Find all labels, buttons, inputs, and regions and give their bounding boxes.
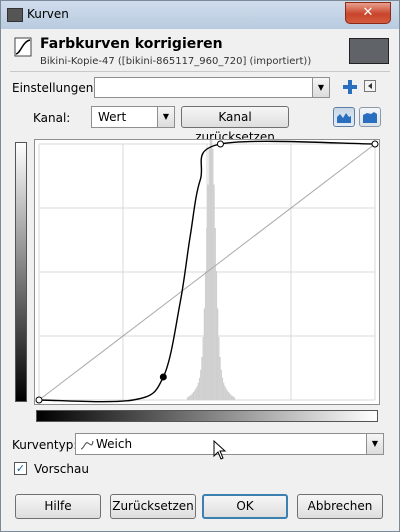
curve-canvas[interactable]	[35, 128, 379, 404]
settings-combobox[interactable]: ▼	[94, 77, 330, 98]
channel-label: Kanal:	[33, 111, 71, 125]
histogram-bar	[231, 395, 233, 400]
histogram-bar	[203, 308, 206, 400]
histogram-bar	[194, 390, 196, 400]
histogram-bar	[200, 369, 202, 400]
linear-histogram-button[interactable]	[333, 107, 355, 127]
histogram-bar	[202, 336, 204, 400]
histogram-bar	[225, 388, 227, 400]
histogram-bar	[220, 369, 222, 400]
histogram-bar	[224, 386, 226, 400]
curve-control-point[interactable]	[216, 140, 224, 148]
log-histogram-button[interactable]	[359, 107, 381, 127]
app-icon	[7, 8, 23, 22]
histogram-bar	[198, 377, 201, 400]
close-button[interactable]: ✕	[345, 2, 391, 24]
close-icon: ✕	[362, 5, 374, 20]
help-button[interactable]: Hilfe	[15, 494, 101, 519]
curve-control-point[interactable]	[159, 373, 167, 381]
title-bar[interactable]: Kurven ✕	[1, 1, 399, 29]
input-gradient-bar	[36, 410, 378, 422]
histogram-bar	[191, 393, 193, 400]
dialog-body: Farbkurven korrigieren Bikini-Kopie-47 (…	[6, 29, 394, 527]
histogram-bar	[226, 390, 228, 400]
window-title: Kurven	[27, 7, 69, 21]
histogram-bar	[208, 148, 210, 400]
curves-dialog-window: Kurven ✕ Farbkurven korrigieren Bikini-K…	[0, 0, 400, 532]
histogram-bar	[192, 392, 195, 400]
histogram-bar	[232, 396, 234, 400]
histogram	[186, 128, 236, 400]
histogram-bar	[215, 271, 218, 400]
histogram-bar	[195, 388, 197, 400]
curve-type-label: Kurventyp:	[12, 438, 78, 452]
histogram-bar	[186, 397, 189, 400]
cancel-button[interactable]: Abbrechen	[297, 494, 383, 519]
histogram-bar	[223, 382, 225, 400]
smooth-curve-icon	[80, 440, 94, 450]
curve-control-point[interactable]	[35, 396, 43, 404]
chevron-down-icon: ▼	[157, 107, 174, 127]
ok-button[interactable]: OK	[202, 494, 288, 519]
histogram-bar	[213, 184, 215, 400]
image-thumbnail	[349, 38, 389, 64]
reset-button[interactable]: Zurücksetzen	[110, 494, 196, 519]
histogram-bar	[201, 356, 203, 400]
menu-arrow-icon[interactable]	[364, 80, 376, 92]
preview-checkbox[interactable]: ✓	[14, 462, 27, 475]
curves-tool-icon	[14, 37, 32, 57]
histogram-bar	[219, 356, 221, 400]
histogram-bar	[216, 308, 219, 400]
histogram-bar	[214, 227, 216, 400]
histogram-bar	[204, 271, 207, 400]
chevron-down-icon: ▼	[366, 434, 383, 454]
dialog-title: Farbkurven korrigieren	[40, 36, 223, 52]
chevron-down-icon: ▼	[312, 78, 329, 97]
mouse-cursor-icon	[213, 440, 227, 460]
histogram-bar	[196, 386, 198, 400]
histogram-bar	[210, 128, 213, 400]
curve-type-value: Weich	[96, 437, 133, 451]
plus-icon[interactable]	[343, 80, 357, 94]
image-name: Bikini-Kopie-47 ([bikini-865117_960_720]…	[40, 56, 312, 67]
histogram-bar	[218, 336, 220, 400]
curve-type-combobox[interactable]: Weich ▼	[75, 433, 384, 455]
channel-value: Wert	[98, 110, 127, 124]
histogram-bar	[207, 184, 209, 400]
curve-control-point[interactable]	[371, 140, 379, 148]
histogram-bar	[212, 148, 214, 400]
logarithmic-histogram-icon	[363, 112, 377, 123]
histogram-bar	[206, 227, 208, 400]
reset-channel-button[interactable]: Kanal zurücksetzen	[181, 106, 289, 144]
settings-label: Einstellungen:	[12, 81, 98, 95]
channel-combobox[interactable]: Wert ▼	[91, 106, 175, 128]
histogram-bar	[221, 377, 224, 400]
histogram-bar	[227, 392, 230, 400]
output-gradient-bar	[15, 142, 27, 402]
histogram-bar	[189, 395, 191, 400]
header-divider	[10, 71, 390, 72]
histogram-bar	[197, 382, 199, 400]
histogram-bar	[229, 393, 231, 400]
histogram-bar	[188, 396, 190, 400]
histogram-bar	[190, 394, 192, 400]
histogram-bar	[230, 394, 232, 400]
curve-graph[interactable]	[34, 128, 380, 405]
preview-label[interactable]: Vorschau	[34, 462, 89, 476]
histogram-bar	[233, 397, 236, 400]
linear-histogram-icon	[337, 113, 351, 123]
